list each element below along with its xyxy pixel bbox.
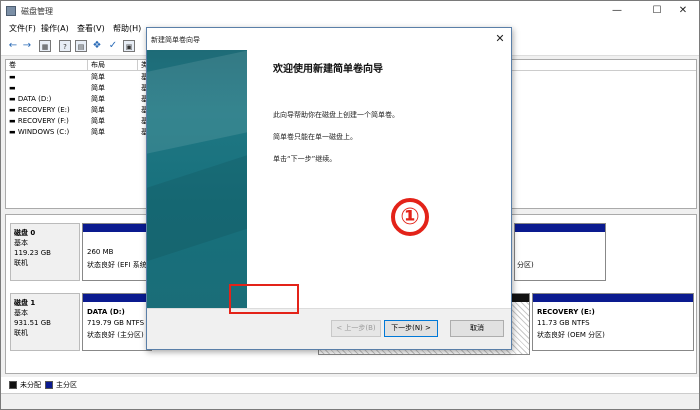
wizard-button-bar: < 上一步(B) 下一步(N) > 取消: [147, 308, 511, 349]
partition-efi[interactable]: 260 MB 状态良好 (EFI 系统: [82, 223, 152, 281]
disk-1-status: 联机: [14, 329, 28, 337]
partition-status: 分区): [517, 261, 534, 269]
partition-name: RECOVERY (E:): [537, 308, 595, 316]
partition-name: DATA (D:): [87, 308, 125, 316]
disk-0-status: 联机: [14, 259, 28, 267]
status-bar: [1, 393, 699, 409]
partition-status: 状态良好 (OEM 分区): [537, 331, 605, 339]
partition-size: 719.79 GB NTFS: [87, 319, 145, 327]
step-number-marker: ①: [391, 198, 429, 236]
menu-file[interactable]: 文件(F): [9, 23, 36, 34]
partition-recovery-e[interactable]: RECOVERY (E:) 11.73 GB NTFS 状态良好 (OEM 分区…: [532, 293, 694, 351]
check-icon[interactable]: ✓: [107, 40, 119, 52]
partition-bar: [533, 294, 693, 302]
disk-1-label: 磁盘 1: [14, 299, 36, 307]
help-icon[interactable]: ?: [59, 40, 71, 52]
forward-arrow-icon[interactable]: →: [21, 40, 33, 52]
wizard-banner-image: [147, 50, 247, 308]
wizard-title: 新建简单卷向导: [151, 36, 200, 44]
next-button[interactable]: 下一步(N) >: [384, 320, 438, 337]
partition-size: 260 MB: [87, 248, 114, 256]
back-arrow-icon[interactable]: ←: [7, 40, 19, 52]
window-title: 磁盘管理: [21, 7, 53, 16]
partition-bar: [83, 294, 151, 302]
wizard-paragraph: 单击“下一步”继续。: [273, 155, 337, 163]
connect-icon[interactable]: ❖: [91, 40, 103, 52]
disk-0-size: 119.23 GB: [14, 249, 51, 257]
partition-size: 11.73 GB NTFS: [537, 319, 590, 327]
column-layout[interactable]: 布局: [88, 60, 138, 71]
next-button-highlight: [229, 284, 299, 314]
menu-action[interactable]: 操作(A): [41, 23, 69, 34]
properties-icon[interactable]: ▤: [75, 40, 87, 52]
cancel-button[interactable]: 取消: [450, 320, 504, 337]
partition-disk-0-right[interactable]: 分区): [514, 223, 606, 281]
disk-1-size: 931.51 GB: [14, 319, 51, 327]
menu-help[interactable]: 帮助(H): [113, 23, 141, 34]
wizard-title-bar: 新建简单卷向导 ✕: [147, 28, 511, 50]
minimize-button[interactable]: —: [601, 1, 633, 21]
menu-view[interactable]: 查看(V): [77, 23, 105, 34]
disk-0-info[interactable]: 磁盘 0 基本 119.23 GB 联机: [10, 223, 80, 281]
wizard-content: 欢迎使用新建简单卷向导 此向导帮助你在磁盘上创建一个简单卷。 简单卷只能在单一磁…: [247, 50, 511, 308]
partition-status: 状态良好 (主分区): [87, 331, 144, 339]
wizard-paragraph: 简单卷只能在单一磁盘上。: [273, 133, 357, 141]
partition-data-d[interactable]: DATA (D:) 719.79 GB NTFS 状态良好 (主分区): [82, 293, 152, 351]
view-icon[interactable]: ▣: [123, 40, 135, 52]
legend-swatch-primary: [45, 381, 53, 389]
disk-1-kind: 基本: [14, 309, 28, 317]
wizard-paragraph: 此向导帮助你在磁盘上创建一个简单卷。: [273, 111, 399, 119]
disk-management-icon: [6, 6, 16, 16]
wizard-close-icon[interactable]: ✕: [493, 32, 507, 46]
partition-bar: [515, 224, 605, 232]
partition-status: 状态良好 (EFI 系统: [87, 261, 147, 269]
back-button[interactable]: < 上一步(B): [331, 320, 381, 337]
partition-bar: [83, 224, 151, 232]
new-simple-volume-wizard: 新建简单卷向导 ✕ 欢迎使用新建简单卷向导 此向导帮助你在磁盘上创建一个简单卷。…: [146, 27, 512, 350]
disk-1-info[interactable]: 磁盘 1 基本 931.51 GB 联机: [10, 293, 80, 351]
legend-label: 未分配: [20, 381, 41, 389]
console-tree-icon[interactable]: ▦: [39, 40, 51, 52]
disk-0-kind: 基本: [14, 239, 28, 247]
legend-swatch-unallocated: [9, 381, 17, 389]
legend: 未分配 主分区: [1, 377, 699, 393]
close-button[interactable]: ✕: [667, 1, 699, 21]
disk-0-label: 磁盘 0: [14, 229, 36, 237]
column-volume[interactable]: 卷: [6, 60, 88, 71]
wizard-heading: 欢迎使用新建简单卷向导: [273, 64, 383, 75]
legend-label: 主分区: [56, 381, 77, 389]
title-bar: 磁盘管理 — ☐ ✕: [1, 1, 699, 21]
